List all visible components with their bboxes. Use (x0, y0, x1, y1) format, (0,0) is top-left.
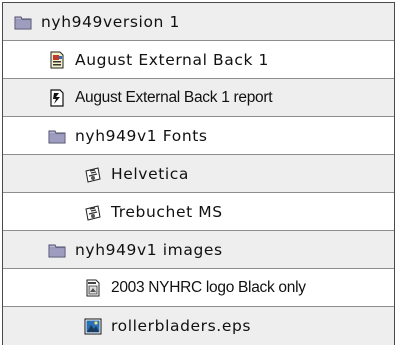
tree-row-label: Trebuchet MS (111, 202, 223, 221)
tree-row-eps-rollerbladers[interactable]: rollerbladers.eps (3, 307, 394, 345)
tree-row-label: nyh949v1 Fonts (75, 126, 208, 145)
file-tree: nyh949version 1 August External Back 1 A… (2, 2, 395, 345)
folder-icon (13, 12, 33, 32)
tree-row-label: nyh949v1 images (75, 240, 223, 259)
image-file-icon (83, 316, 103, 336)
tree-row-label: nyh949version 1 (41, 12, 180, 31)
tree-row-label: August External Back 1 (75, 50, 270, 69)
document-icon (47, 50, 67, 70)
tree-row-font-trebuchet[interactable]: Trebuchet MS (3, 193, 394, 231)
tree-row-label: 2003 NYHRC logo Black only (111, 278, 306, 296)
font-suitcase-icon (83, 164, 103, 184)
tree-row-document[interactable]: August External Back 1 (3, 41, 394, 79)
tree-row-label: Helvetica (111, 164, 190, 183)
tree-row-font-helvetica[interactable]: Helvetica (3, 155, 394, 193)
eps-file-icon (83, 278, 103, 298)
tree-row-images-folder[interactable]: nyh949v1 images (3, 231, 394, 269)
tree-row-fonts-folder[interactable]: nyh949v1 Fonts (3, 117, 394, 155)
folder-icon (47, 126, 67, 146)
tree-row-root-folder[interactable]: nyh949version 1 (3, 3, 394, 41)
font-suitcase-icon (83, 202, 103, 222)
tree-row-eps-logo[interactable]: 2003 NYHRC logo Black only (3, 269, 394, 307)
tree-row-report[interactable]: August External Back 1 report (3, 79, 394, 117)
tree-row-label: rollerbladers.eps (111, 317, 252, 335)
folder-icon (47, 240, 67, 260)
tree-row-label: August External Back 1 report (75, 88, 273, 106)
report-icon (47, 88, 67, 108)
